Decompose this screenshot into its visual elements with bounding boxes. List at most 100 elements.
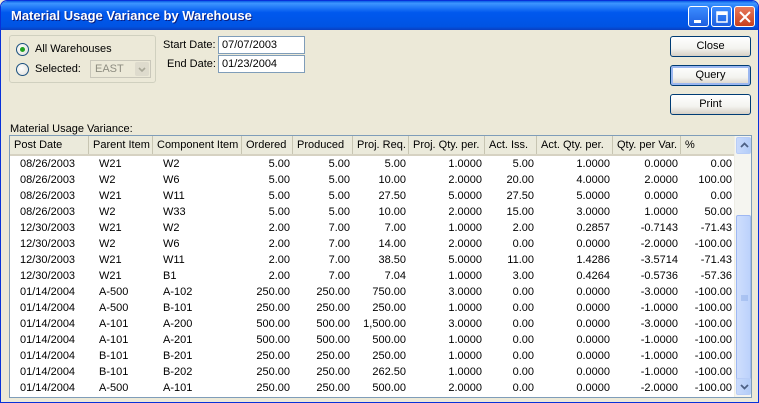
minimize-button[interactable] [688, 6, 709, 27]
table-row[interactable]: 01/14/2004 A-101 A-200 500.00 500.00 1,500.00… [10, 316, 735, 332]
table-cell: A-101 [99, 318, 129, 330]
table-cell: 1,500.00 [363, 318, 406, 330]
maximize-icon [716, 11, 728, 23]
table-cell: 2.00 [268, 222, 290, 234]
table-cell: 08/26/2003 [20, 206, 76, 218]
table-cell: W21 [99, 222, 122, 234]
table-cell: 750.00 [372, 286, 406, 298]
table-cell: -100.00 [694, 318, 732, 330]
column-header[interactable]: Proj. Req. [353, 136, 409, 154]
table-cell: 7.00 [384, 222, 406, 234]
table-cell: B-201 [163, 350, 193, 362]
table-cell: -100.00 [694, 366, 732, 378]
table-cell: -0.5736 [640, 270, 678, 282]
vertical-scrollbar[interactable] [734, 136, 751, 397]
table-cell: 2.00 [268, 254, 290, 266]
table-row[interactable]: 12/30/2003 W21 B1 2.00 7.00 7.04 1.0000 3.00 0.4… [10, 268, 735, 284]
scroll-up-button[interactable] [736, 137, 751, 154]
table-cell: -0.7143 [640, 222, 678, 234]
table-cell: W21 [99, 190, 122, 202]
table-cell: 0.00 [512, 366, 534, 378]
table-row[interactable]: 12/30/2003 W21 W2 2.00 7.00 7.00 1.0000 2.00 0.2… [10, 220, 735, 236]
table-cell: 01/14/2004 [20, 302, 76, 314]
table-row[interactable]: 08/26/2003 W2 W6 5.00 5.00 10.00 2.0000 20.00 4.… [10, 172, 735, 188]
query-button-label: Query [695, 69, 726, 81]
table-cell: 11.00 [507, 254, 534, 266]
table-row[interactable]: 12/30/2003 W2 W6 2.00 7.00 14.00 2.0000 0.00 0.0… [10, 236, 735, 252]
table-cell: 7.04 [384, 270, 406, 282]
table-cell: -3.0000 [640, 318, 678, 330]
table-cell: 5.00 [328, 158, 350, 170]
end-date-field[interactable]: 01/23/2004 [218, 55, 305, 73]
column-header[interactable]: Ordered [242, 136, 293, 154]
table-row[interactable]: 08/26/2003 W21 W11 5.00 5.00 27.50 5.0000 27.50… [10, 188, 735, 204]
query-button[interactable]: Query [670, 65, 751, 86]
table-cell: W21 [99, 270, 122, 282]
scroll-down-button[interactable] [736, 378, 751, 395]
column-header[interactable]: Proj. Qty. per. [409, 136, 485, 154]
column-header[interactable]: Act. Qty. per. [537, 136, 613, 154]
table-cell: -100.00 [694, 382, 732, 394]
table-row[interactable]: 01/14/2004 A-500 A-102 250.00 250.00 750.00 3.… [10, 284, 735, 300]
table-cell: 27.50 [506, 190, 534, 202]
variance-grid[interactable]: Post Date Parent Item Component Item Ordere… [9, 135, 752, 398]
table-cell: 0.00 [512, 286, 534, 298]
table-row[interactable]: 08/26/2003 W2 W33 5.00 5.00 10.00 2.0000 15.00 3… [10, 204, 735, 220]
table-cell: A-201 [163, 334, 193, 346]
table-cell: 0.0000 [576, 318, 610, 330]
table-cell: -57.36 [700, 270, 732, 282]
scroll-thumb[interactable] [736, 215, 751, 380]
start-date-field[interactable]: 07/07/2003 [218, 36, 305, 54]
table-row[interactable]: 01/14/2004 A-101 A-201 500.00 500.00 500.00 1.… [10, 332, 735, 348]
column-header[interactable]: Component Item [153, 136, 242, 154]
table-cell: 0.00 [512, 350, 534, 362]
table-cell: 12/30/2003 [20, 270, 76, 282]
table-cell: 01/14/2004 [20, 318, 76, 330]
selected-warehouse-radio[interactable] [16, 63, 29, 76]
table-cell: 7.00 [328, 238, 350, 250]
table-cell: 500.00 [256, 334, 290, 346]
maximize-button[interactable] [711, 6, 732, 27]
table-cell: 2.00 [268, 270, 290, 282]
table-cell: 5.0000 [448, 254, 482, 266]
column-header[interactable]: Qty. per Var. [613, 136, 681, 154]
table-cell: 38.50 [378, 254, 406, 266]
table-cell: 500.00 [372, 334, 406, 346]
table-row[interactable]: 12/30/2003 W21 W11 2.00 7.00 38.50 5.0000 11.00… [10, 252, 735, 268]
table-row[interactable]: 01/14/2004 A-500 B-101 250.00 250.00 250.00 1.… [10, 300, 735, 316]
table-cell: W21 [99, 254, 122, 266]
all-warehouses-label[interactable]: All Warehouses [35, 43, 112, 55]
column-header[interactable]: Parent Item [89, 136, 153, 154]
table-cell: 250.00 [316, 302, 350, 314]
table-cell: -1.0000 [640, 366, 678, 378]
table-row[interactable]: 01/14/2004 B-101 B-201 250.00 250.00 250.00 1.… [10, 348, 735, 364]
grid-rows: 08/26/2003 W21 W2 5.00 5.00 5.00 1.0000 5.00 1.0… [10, 156, 735, 397]
all-warehouses-radio[interactable] [16, 43, 29, 56]
table-cell: 2.0000 [448, 174, 482, 186]
table-cell: 250.00 [316, 382, 350, 394]
table-cell: 0.0000 [576, 350, 610, 362]
close-window-button[interactable] [734, 6, 755, 27]
column-header[interactable]: Post Date [10, 136, 89, 154]
table-cell: 250.00 [316, 350, 350, 362]
table-cell: 262.50 [372, 366, 406, 378]
column-header[interactable]: Produced [293, 136, 353, 154]
table-row[interactable]: 08/26/2003 W21 W2 5.00 5.00 5.00 1.0000 5.00 1.0… [10, 156, 735, 172]
table-row[interactable]: 01/14/2004 A-500 A-101 250.00 250.00 500.00 2.… [10, 380, 735, 396]
end-date-label: End Date: [167, 58, 216, 70]
table-row[interactable]: 01/14/2004 B-101 B-202 250.00 250.00 262.50 1.… [10, 364, 735, 380]
close-button[interactable]: Close [670, 36, 751, 57]
selected-warehouse-label[interactable]: Selected: [35, 63, 81, 75]
column-header[interactable]: Act. Iss. [485, 136, 537, 154]
warehouse-select[interactable]: EAST [90, 60, 151, 78]
table-cell: 0.00 [512, 318, 534, 330]
print-button[interactable]: Print [670, 94, 751, 115]
title-bar[interactable]: Material Usage Variance by Warehouse [1, 1, 758, 30]
chevron-down-icon[interactable] [135, 62, 149, 76]
table-cell: 0.0000 [644, 158, 678, 170]
window-title: Material Usage Variance by Warehouse [11, 8, 252, 23]
column-header[interactable]: % [681, 136, 735, 154]
table-cell: B-202 [163, 366, 193, 378]
table-cell: A-101 [163, 382, 193, 394]
table-cell: 4.0000 [576, 174, 610, 186]
